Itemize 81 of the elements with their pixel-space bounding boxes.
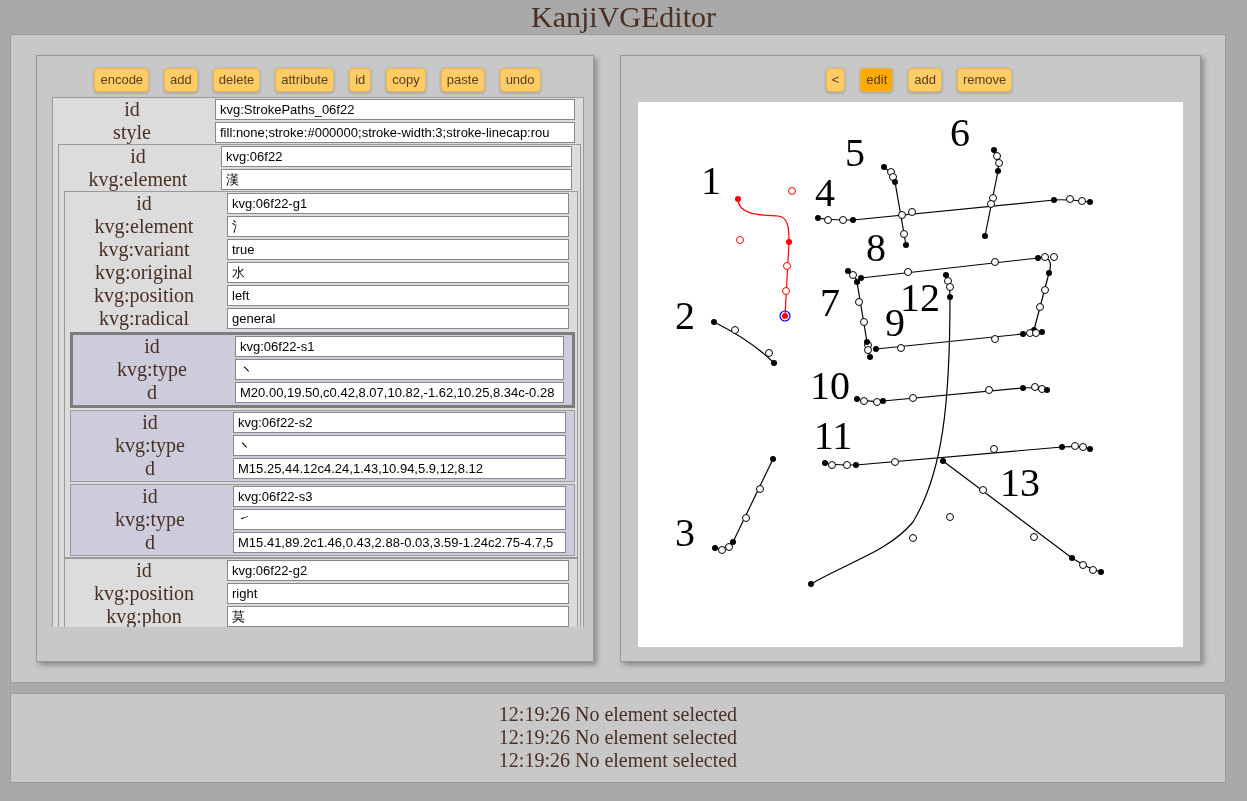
toolbar-button[interactable]: add — [908, 68, 942, 92]
group-node[interactable] — [64, 191, 578, 558]
attribute-field[interactable]: 水 — [227, 262, 569, 283]
attribute-field[interactable]: ㇔ — [233, 435, 566, 456]
attribute-label: kvg:phon — [105, 605, 183, 627]
stroke-number: 7 — [820, 280, 840, 325]
attribute-field[interactable]: 莫 — [227, 606, 569, 627]
stroke-path[interactable] — [712, 456, 776, 554]
attribute-label: d — [144, 457, 156, 480]
attribute-label: kvg:type — [116, 358, 188, 381]
stroke-number: 6 — [950, 110, 970, 155]
attribute-label: kvg:type — [114, 434, 186, 457]
attribute-field[interactable]: M15.41,89.2c1.46,0.43,2.88-0.03,3.59-1.24c2.75-4.7,5 — [233, 532, 566, 553]
toolbar-button[interactable]: encode — [94, 68, 150, 92]
attribute-field[interactable]: kvg:06f22-g2 — [227, 560, 569, 581]
toolbar-button[interactable]: edit — [860, 68, 894, 92]
attribute-label: kvg:element — [93, 215, 195, 238]
stroke-number: 13 — [1000, 460, 1040, 505]
attribute-label: kvg:radical — [98, 307, 190, 330]
stroke-number: 5 — [845, 130, 865, 175]
attribute-label: id — [135, 559, 153, 582]
attribute-label: id — [143, 335, 161, 358]
attribute-label: kvg:element — [87, 168, 189, 191]
toolbar-button[interactable]: delete — [212, 68, 261, 92]
attribute-label: kvg:variant — [97, 238, 191, 261]
stroke-number: 3 — [675, 510, 695, 555]
attribute-label: id — [135, 192, 153, 215]
attribute-field[interactable]: kvg:06f22-g1 — [227, 193, 569, 214]
toolbar-button[interactable]: paste — [440, 68, 485, 92]
stroke-number: 11 — [813, 413, 853, 458]
stroke-path[interactable] — [854, 383, 1050, 406]
toolbar-button[interactable]: attribute — [275, 68, 335, 92]
app-title: KanjiVGEditor — [530, 0, 717, 34]
attribute-field[interactable]: 氵 — [227, 216, 569, 237]
attribute-field[interactable]: kvg:06f22-s3 — [233, 486, 566, 507]
log-message: 12:19:26 No element selected — [497, 703, 739, 726]
attribute-field[interactable]: 漢 — [221, 169, 572, 190]
attribute-label: kvg:type — [114, 508, 186, 531]
log-message: 12:19:26 No element selected — [497, 749, 739, 772]
toolbar-button[interactable]: undo — [499, 68, 541, 92]
attribute-field[interactable]: fill:none;stroke:#000000;stroke-width:3;stroke-linecap:rou — [215, 122, 575, 143]
attribute-field[interactable]: kvg:06f22-s2 — [233, 412, 566, 433]
stroke-path[interactable] — [940, 458, 1104, 575]
stroke-number: 1 — [701, 158, 721, 203]
stroke-path[interactable] — [711, 319, 777, 366]
attribute-field[interactable]: general — [227, 308, 569, 329]
attribute-label: id — [141, 485, 159, 508]
attribute-label: id — [129, 145, 147, 168]
attribute-field[interactable]: M15.25,44.12c4.24,1.43,10.94,5.9,12,8.12 — [233, 458, 566, 479]
attribute-label: d — [144, 531, 156, 554]
stroke-number: 4 — [815, 170, 835, 215]
toolbar-button[interactable]: remove — [956, 68, 1013, 92]
attribute-field[interactable]: ㇀ — [233, 509, 566, 530]
attribute-field[interactable]: M20.00,19.50,c0.42,8.07,10.82,-1.62,10.25,8.34c-0.28 — [235, 382, 564, 403]
toolbar-button[interactable]: < — [825, 68, 846, 92]
attribute-field[interactable]: right — [227, 583, 569, 604]
group-node[interactable]: id kvg:06f22-g2 kvg:position right kvg:phon 莫 — [64, 558, 578, 627]
attribute-field[interactable]: kvg:06f22-s1 — [235, 336, 564, 357]
attribute-label: kvg:original — [94, 261, 194, 284]
attribute-field[interactable]: true — [227, 239, 569, 260]
attribute-field[interactable]: left — [227, 285, 569, 306]
stroke-number: 2 — [675, 293, 695, 338]
attribute-field[interactable]: kvg:06f22 — [221, 146, 572, 167]
attribute-label: style — [112, 121, 152, 144]
attribute-label: id — [123, 98, 141, 121]
toolbar-button[interactable]: add — [164, 68, 198, 92]
attribute-label: kvg:position — [93, 284, 195, 307]
stroke-path[interactable] — [982, 147, 1003, 239]
stroke-node[interactable]: id kvg:06f22-s1 kvg:type ㇔ d M20.00,19.50,c0.42,8.07,10.82,-1.62,10.25,8.34c-0.28 — [70, 332, 575, 408]
attribute-label: d — [146, 381, 158, 404]
stroke-number: 10 — [810, 363, 850, 408]
stroke-path[interactable] — [808, 272, 954, 587]
toolbar-button[interactable]: copy — [386, 68, 426, 92]
attribute-field[interactable]: kvg:StrokePaths_06f22 — [215, 99, 575, 120]
attribute-label: kvg:position — [93, 582, 195, 605]
stroke-path[interactable] — [845, 268, 873, 360]
log-message: 12:19:26 No element selected — [497, 726, 739, 749]
stroke-number: 8 — [866, 225, 886, 270]
attribute-label: id — [141, 411, 159, 434]
attribute-field[interactable]: ㇔ — [235, 359, 564, 380]
toolbar-button[interactable]: id — [349, 68, 372, 92]
